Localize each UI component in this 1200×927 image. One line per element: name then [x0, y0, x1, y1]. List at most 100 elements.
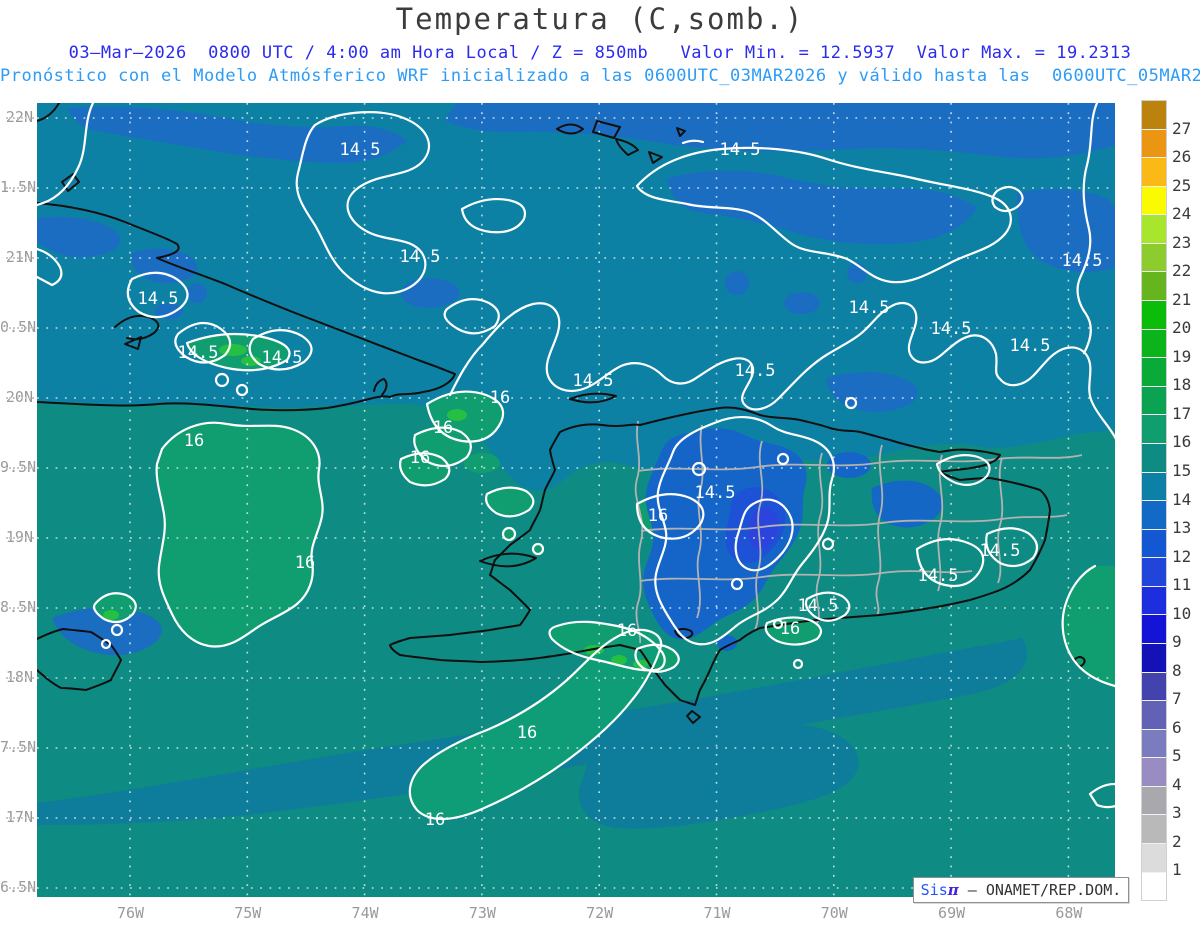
colorbar-segment: [1142, 844, 1166, 873]
lon-label: 72W: [586, 904, 614, 922]
colorbar-segment: [1142, 729, 1166, 759]
colorbar-segment: [1142, 643, 1166, 673]
colorbar-segment: [1142, 243, 1166, 273]
colorbar-segment: [1142, 129, 1166, 159]
colorbar-segment: [1142, 329, 1166, 359]
attribution-org-text: – ONAMET/REP.DOM.: [958, 881, 1122, 899]
colorbar-tick-label: 7: [1172, 689, 1182, 709]
colorbar-tick-label: 20: [1172, 318, 1192, 338]
contour-value-label: 16: [432, 418, 454, 438]
contour-value-label: 14.5: [694, 483, 736, 503]
colorbar-segment: [1142, 472, 1166, 502]
lat-tick: [6, 887, 34, 889]
attribution-box: Sis π – ONAMET/REP.DOM.: [913, 877, 1129, 903]
colorbar-tick-label: 27: [1172, 118, 1192, 138]
lon-label: 70W: [820, 904, 848, 922]
contour-value-label: 14.5: [137, 289, 179, 309]
subtitle-model-info: Pronóstico con el Modelo Atmósferico WRF…: [0, 66, 1200, 86]
colorbar-tick-label: 6: [1172, 717, 1182, 737]
lat-tick: [6, 677, 34, 679]
lat-tick: [6, 327, 34, 329]
colorbar-tick-label: 1: [1172, 860, 1182, 880]
colorbar-tick-label: 18: [1172, 375, 1192, 395]
sispi-brand-text: Sis: [920, 881, 948, 899]
colorbar-segment: [1142, 586, 1166, 616]
colorbar-tick-label: 21: [1172, 289, 1192, 309]
colorbar-tick-label: 12: [1172, 546, 1192, 566]
colorbar-tick-label: 2: [1172, 831, 1182, 851]
pi-symbol: π: [947, 881, 959, 899]
contour-value-label: 16: [183, 431, 205, 451]
colorbar-tick-label: 9: [1172, 632, 1182, 652]
colorbar-segment: [1142, 672, 1166, 702]
contour-value-label: 14.5: [979, 541, 1021, 561]
contour-value-label: 16: [409, 448, 431, 468]
colorbar-segment: [1142, 186, 1166, 216]
colorbar-tick-label: 13: [1172, 518, 1192, 538]
contour-value-label: 16: [424, 810, 446, 830]
colorbar-segment: [1142, 872, 1166, 901]
colorbar-segment: [1142, 815, 1166, 845]
contour-value-label: 16: [516, 723, 538, 743]
lat-tick: [6, 537, 34, 539]
lon-label: 71W: [703, 904, 731, 922]
page-title: Temperatura (C,somb.): [395, 2, 805, 36]
lat-tick: [6, 187, 34, 189]
contour-value-label: 14.5: [177, 343, 219, 363]
lon-label: 68W: [1055, 904, 1083, 922]
contour-value-label: 14.5: [1009, 336, 1051, 356]
lat-tick: [6, 257, 34, 259]
colorbar-tick-label: 19: [1172, 346, 1192, 366]
colorbar-segment: [1142, 529, 1166, 559]
colorbar-tick-label: 10: [1172, 603, 1192, 623]
lon-label: 69W: [938, 904, 966, 922]
colorbar-tick-label: 26: [1172, 147, 1192, 167]
colorbar-segment: [1142, 301, 1166, 330]
colorbar-segment: [1142, 415, 1166, 444]
colorbar-tick-label: 14: [1172, 489, 1192, 509]
colorbar-segment: [1142, 615, 1166, 644]
contour-value-label: 14.5: [917, 566, 959, 586]
colorbar-tick-label: 24: [1172, 204, 1192, 224]
contour-value-label: 14.5: [339, 140, 381, 160]
lat-tick: [6, 747, 34, 749]
lat-tick: [6, 817, 34, 819]
contour-value-label: 16: [779, 619, 801, 639]
colorbar-segment: [1142, 701, 1166, 730]
contour-value-label: 16: [616, 621, 638, 641]
colorbar-segment: [1142, 272, 1166, 302]
temperature-colorbar: [1141, 100, 1167, 901]
contour-value-label: 14.5: [719, 140, 761, 160]
contour-value-label: 14.5: [930, 319, 972, 339]
colorbar-segment: [1142, 358, 1166, 387]
weather-map-page: Temperatura (C,somb.) 03–Mar–2026 0800 U…: [0, 0, 1200, 927]
contour-value-label: 14.5: [261, 348, 303, 368]
colorbar-tick-label: 4: [1172, 774, 1182, 794]
forecast-map: 14.5 14.5 14.5 14.5 14.5 14.5 14.5 14.5 14.5 14.5…: [37, 103, 1115, 897]
colorbar-tick-label: 16: [1172, 432, 1192, 452]
colorbar-tick-label: 15: [1172, 460, 1192, 480]
colorbar-tick-label: 5: [1172, 746, 1182, 766]
contour-value-label: 16: [294, 553, 316, 573]
lat-tick: [6, 607, 34, 609]
lat-tick: [6, 397, 34, 399]
colorbar-segment: [1142, 501, 1166, 530]
subtitle-validtime: 03–Mar–2026 0800 UTC / 4:00 am Hora Loca…: [68, 43, 1132, 63]
contour-value-label: 14.5: [572, 371, 614, 391]
colorbar-segment: [1142, 158, 1166, 187]
colorbar-segment: [1142, 786, 1166, 816]
lon-label: 73W: [468, 904, 496, 922]
contour-value-label: 16: [489, 388, 511, 408]
colorbar-tick-label: 22: [1172, 261, 1192, 281]
contour-value-label: 14.5: [734, 361, 776, 381]
colorbar-segment: [1142, 443, 1166, 473]
colorbar-tick-label: 25: [1172, 175, 1192, 195]
colorbar-segment: [1142, 558, 1166, 587]
lat-tick: [6, 467, 34, 469]
colorbar-segment: [1142, 215, 1166, 244]
colorbar-tick-label: 17: [1172, 403, 1192, 423]
colorbar-segment: [1142, 386, 1166, 416]
colorbar-tick-label: 3: [1172, 803, 1182, 823]
colorbar-segment: [1142, 101, 1166, 130]
contour-value-label: 14.5: [399, 247, 441, 267]
